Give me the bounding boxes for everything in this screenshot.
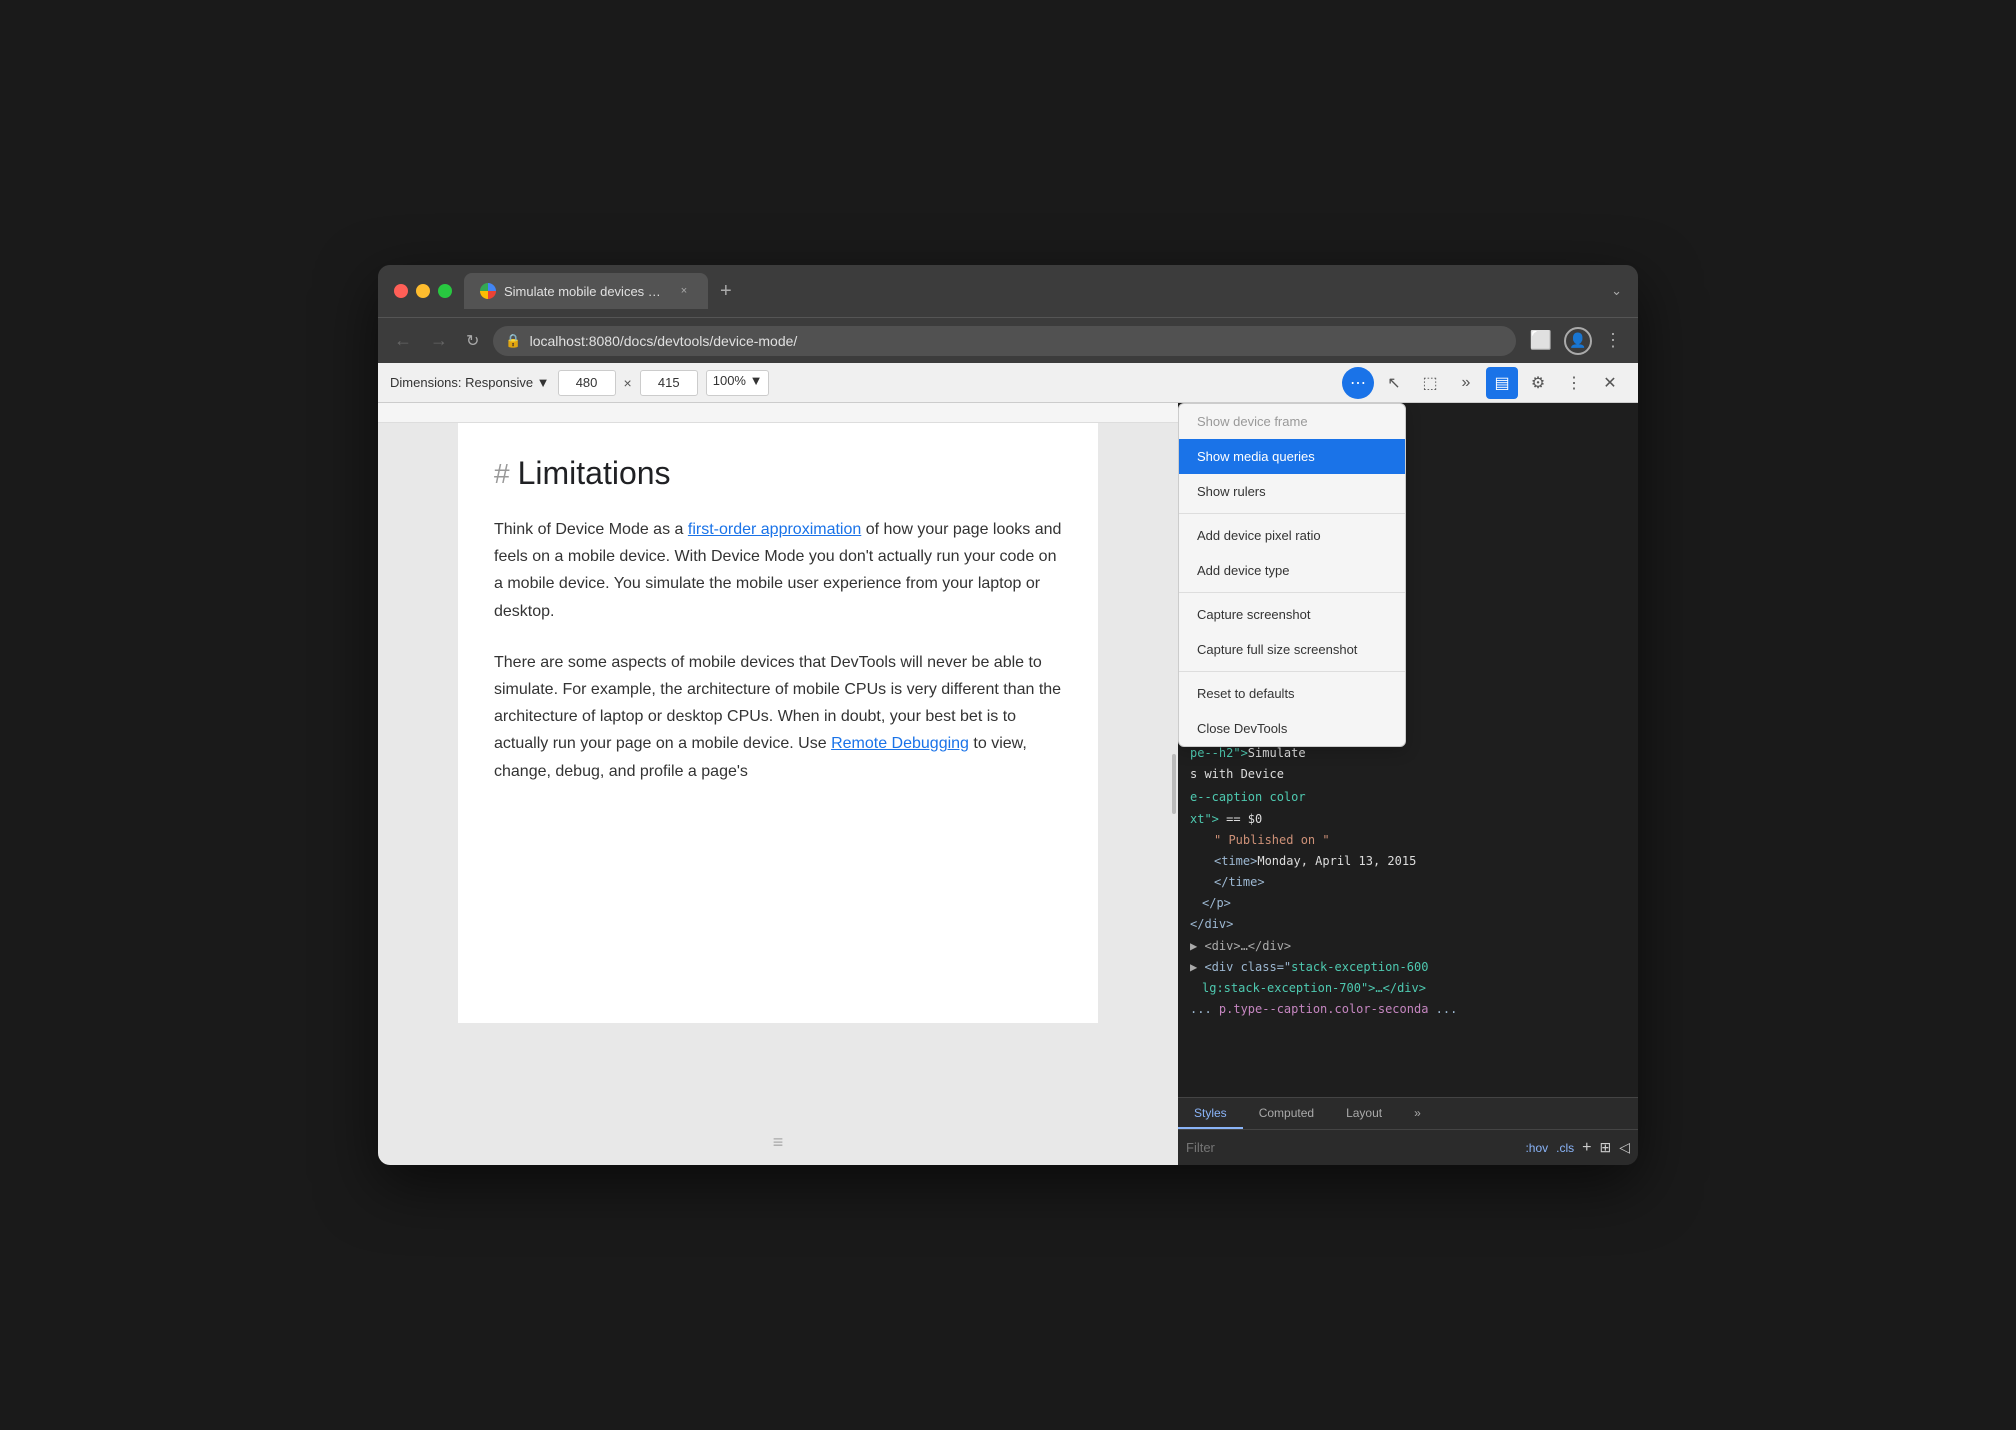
forward-button[interactable]: → bbox=[426, 326, 452, 355]
code-line: e--caption color bbox=[1178, 787, 1638, 808]
code-line: </p> bbox=[1178, 893, 1638, 914]
close-window-button[interactable] bbox=[394, 284, 408, 298]
page-title: Limitations bbox=[518, 455, 671, 492]
tab-title: Simulate mobile devices with D bbox=[504, 284, 664, 299]
dimensions-label[interactable]: Dimensions: Responsive ▼ bbox=[390, 375, 550, 390]
secure-icon: 🔒 bbox=[505, 333, 521, 349]
heading-hash: # bbox=[494, 458, 510, 490]
tab-more-panels[interactable]: » bbox=[1398, 1098, 1437, 1129]
browser-window: Simulate mobile devices with D × + ⌄ ← →… bbox=[378, 265, 1638, 1165]
tab-styles[interactable]: Styles bbox=[1178, 1098, 1243, 1129]
toggle-sidebar-button[interactable]: ◁ bbox=[1619, 1139, 1630, 1156]
menu-item-show-rulers[interactable]: Show rulers bbox=[1179, 474, 1405, 509]
code-line: " Published on " bbox=[1178, 830, 1638, 851]
devtools-tabs: Styles Computed Layout » bbox=[1178, 1097, 1638, 1129]
tab-area: Simulate mobile devices with D × + ⌄ bbox=[464, 273, 1622, 309]
tab-computed[interactable]: Computed bbox=[1243, 1098, 1330, 1129]
page-heading: # Limitations bbox=[494, 455, 1062, 492]
devtools-toolbar: Dimensions: Responsive ▼ × 100% ▼ ⋯ ↖ ⬚ … bbox=[378, 363, 1638, 403]
remote-debugging-link[interactable]: Remote Debugging bbox=[831, 735, 969, 752]
title-bar: Simulate mobile devices with D × + ⌄ bbox=[378, 265, 1638, 317]
code-line: </time> bbox=[1178, 872, 1638, 893]
menu-item-add-pixel-ratio[interactable]: Add device pixel ratio bbox=[1179, 518, 1405, 553]
active-tab[interactable]: Simulate mobile devices with D × bbox=[464, 273, 708, 309]
profile-icon: 👤 bbox=[1569, 332, 1586, 349]
menu-item-capture-full-screenshot[interactable]: Capture full size screenshot bbox=[1179, 632, 1405, 667]
more-options-button[interactable]: » bbox=[1450, 367, 1482, 399]
tab-list-button[interactable]: ⌄ bbox=[1611, 283, 1622, 299]
url-text: localhost:8080/docs/devtools/device-mode… bbox=[530, 333, 798, 349]
main-content: # Limitations Think of Device Mode as a … bbox=[378, 403, 1638, 1165]
chrome-favicon-icon bbox=[480, 283, 496, 299]
url-bar[interactable]: 🔒 localhost:8080/docs/devtools/device-mo… bbox=[493, 326, 1515, 356]
filter-hov-button[interactable]: :hov bbox=[1525, 1141, 1548, 1155]
filter-input[interactable] bbox=[1186, 1140, 1517, 1155]
code-line: ... p.type--caption.color-seconda ... bbox=[1178, 999, 1638, 1020]
menu-divider-3 bbox=[1179, 671, 1405, 672]
filter-cls-button[interactable]: .cls bbox=[1556, 1141, 1574, 1155]
device-toggle-button[interactable]: ⬚ bbox=[1414, 367, 1446, 399]
close-devtools-button[interactable]: ✕ bbox=[1594, 367, 1626, 399]
dimension-separator: × bbox=[624, 375, 632, 391]
tab-close-button[interactable]: × bbox=[676, 283, 692, 299]
devtools-panel: Show device frame Show media queries Sho… bbox=[1178, 403, 1638, 1165]
code-line: xt"> == $0 bbox=[1178, 809, 1638, 830]
panel-toggle-button[interactable]: ▤ bbox=[1486, 367, 1518, 399]
menu-item-show-media-queries[interactable]: Show media queries bbox=[1179, 439, 1405, 474]
menu-item-close-devtools[interactable]: Close DevTools bbox=[1179, 711, 1405, 746]
paragraph-2: There are some aspects of mobile devices… bbox=[494, 649, 1062, 785]
cursor-mode-button[interactable]: ↖ bbox=[1378, 367, 1410, 399]
reload-button[interactable]: ↻ bbox=[462, 327, 483, 355]
ruler-bar bbox=[378, 403, 1178, 423]
context-menu: Show device frame Show media queries Sho… bbox=[1178, 403, 1406, 747]
minimize-window-button[interactable] bbox=[416, 284, 430, 298]
menu-item-reset-defaults[interactable]: Reset to defaults bbox=[1179, 676, 1405, 711]
code-line: </div> bbox=[1178, 914, 1638, 935]
browser-actions: ⬜ 👤 ⋮ bbox=[1526, 326, 1626, 355]
code-line: s with Device bbox=[1178, 764, 1638, 785]
add-style-button[interactable]: + bbox=[1582, 1139, 1591, 1157]
menu-button[interactable]: ⋮ bbox=[1600, 326, 1626, 355]
new-tab-button[interactable]: + bbox=[716, 276, 736, 307]
code-line: ▶ <div class="stack-exception-600 bbox=[1178, 957, 1638, 978]
toolbar-icons: ⋯ ↖ ⬚ » ▤ ⚙ ⋮ ✕ bbox=[1342, 367, 1626, 399]
traffic-lights bbox=[394, 284, 452, 298]
first-order-link[interactable]: first-order approximation bbox=[688, 521, 861, 538]
code-line: <time>Monday, April 13, 2015 bbox=[1178, 851, 1638, 872]
page-resize-handle[interactable]: ≡ bbox=[773, 1132, 784, 1153]
three-dots-menu-button[interactable]: ⋯ bbox=[1342, 367, 1374, 399]
tab-layout[interactable]: Layout bbox=[1330, 1098, 1398, 1129]
zoom-select[interactable]: 100% ▼ bbox=[706, 370, 770, 396]
menu-item-add-device-type[interactable]: Add device type bbox=[1179, 553, 1405, 588]
width-input[interactable] bbox=[558, 370, 616, 396]
page-content: # Limitations Think of Device Mode as a … bbox=[458, 423, 1098, 1023]
code-line: lg:stack-exception-700">…</div> bbox=[1178, 978, 1638, 999]
settings-button[interactable]: ⚙ bbox=[1522, 367, 1554, 399]
menu-item-capture-screenshot[interactable]: Capture screenshot bbox=[1179, 597, 1405, 632]
height-input[interactable] bbox=[640, 370, 698, 396]
menu-divider-2 bbox=[1179, 592, 1405, 593]
back-button[interactable]: ← bbox=[390, 326, 416, 355]
vertical-dots-button[interactable]: ⋮ bbox=[1558, 367, 1590, 399]
menu-item-show-device-frame[interactable]: Show device frame bbox=[1179, 404, 1405, 439]
maximize-window-button[interactable] bbox=[438, 284, 452, 298]
cast-button[interactable]: ⬜ bbox=[1526, 326, 1556, 355]
code-line: ▶ <div>…</div> bbox=[1178, 936, 1638, 957]
force-element-state-button[interactable]: ⊞ bbox=[1599, 1139, 1611, 1156]
menu-divider-1 bbox=[1179, 513, 1405, 514]
paragraph-1: Think of Device Mode as a first-order ap… bbox=[494, 516, 1062, 625]
address-bar: ← → ↻ 🔒 localhost:8080/docs/devtools/dev… bbox=[378, 317, 1638, 363]
filter-bar: :hov .cls + ⊞ ◁ bbox=[1178, 1129, 1638, 1165]
page-area: # Limitations Think of Device Mode as a … bbox=[378, 403, 1178, 1165]
profile-button[interactable]: 👤 bbox=[1564, 327, 1592, 355]
page-scrollbar[interactable] bbox=[1172, 754, 1176, 814]
